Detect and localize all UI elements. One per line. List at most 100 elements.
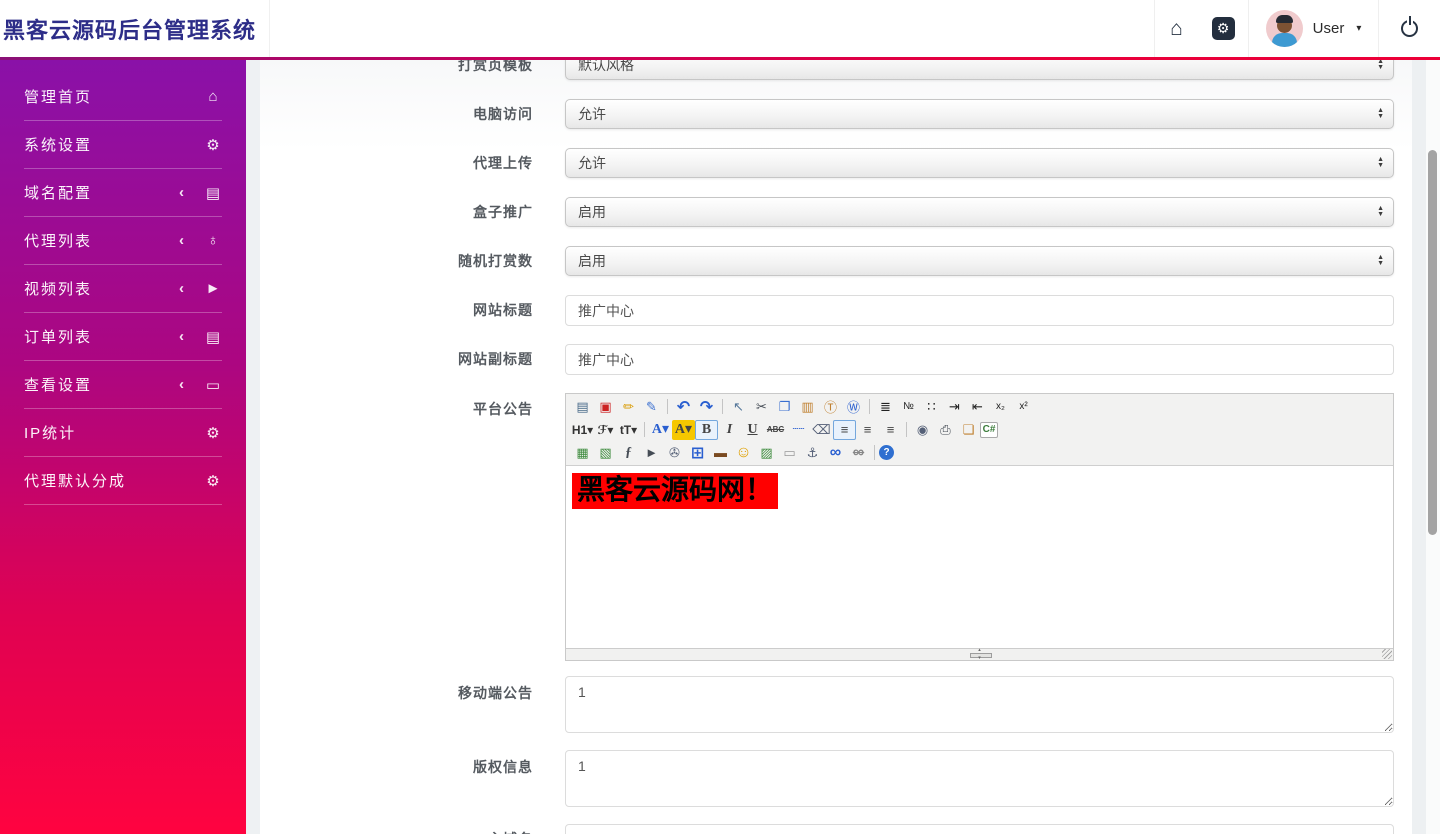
sidebar-item-agent-list[interactable]: 代理列表 ‹ ♁ (24, 217, 222, 265)
box-promo-select[interactable]: 启用 ▲▼ (565, 197, 1394, 227)
align-right-button[interactable]: ≡ (879, 420, 902, 440)
settings-button[interactable]: ⚙ (1198, 0, 1248, 57)
quick-format-icon[interactable]: ✎ (640, 397, 663, 417)
unlink-icon[interactable]: ∞ (847, 443, 870, 463)
field-label: 网站标题 (246, 295, 533, 326)
underline-button[interactable]: U (741, 420, 764, 440)
content-right-gutter (1412, 60, 1426, 834)
insert-hr-icon[interactable]: ▬ (709, 443, 732, 463)
main-domain-input[interactable] (565, 824, 1394, 834)
clipboard-icon: ▤ (204, 184, 222, 202)
ordered-list-icon[interactable]: № (897, 397, 920, 417)
user-menu[interactable]: User ▾ (1248, 0, 1378, 57)
paste-word-icon[interactable]: Ⓦ (842, 397, 865, 417)
template-select[interactable]: 默认风格 ▲▼ (565, 60, 1394, 80)
sidebar-item-dashboard[interactable]: 管理首页 ‹ ⌂ (24, 73, 222, 121)
sidebar-item-agent-default-share[interactable]: 代理默认分成 ‹ ⚙ (24, 457, 222, 505)
italic-button[interactable]: I (718, 420, 741, 440)
site-title-input[interactable] (565, 295, 1394, 326)
toolbar-separator (874, 445, 875, 460)
paste-icon[interactable]: ▥ (796, 397, 819, 417)
highlight-color-dropdown[interactable]: A▾ (672, 420, 695, 440)
gear-icon: ⚙ (204, 424, 222, 442)
insert-image-icon[interactable]: ▦ (571, 443, 594, 463)
link-icon[interactable]: ∞ (824, 443, 847, 463)
scrollbar-thumb[interactable] (1428, 150, 1437, 535)
sidebar-item-ip-stats[interactable]: IP统计 ‹ ⚙ (24, 409, 222, 457)
home-icon: ⌂ (1170, 17, 1183, 41)
indent-icon[interactable]: ⇥ (943, 397, 966, 417)
image-map-icon[interactable]: ▨ (755, 443, 778, 463)
toolbar-separator (722, 399, 723, 414)
heading-dropdown[interactable]: H1▾ (571, 420, 594, 440)
cut-icon[interactable]: ✂ (750, 397, 773, 417)
gear-icon: ⚙ (1212, 17, 1235, 40)
strikethrough-button[interactable]: ABC (764, 420, 787, 440)
sidebar-item-label: 域名配置 (24, 182, 179, 203)
site-subtitle-input[interactable] (565, 344, 1394, 375)
form-row-mobile-notice: 移动端公告 1 (246, 676, 1412, 738)
fullscreen-icon[interactable]: ▣ (594, 397, 617, 417)
sidebar-item-label: 系统设置 (24, 134, 179, 155)
print-icon[interactable]: ⎙ (934, 420, 957, 440)
remove-format-icon[interactable]: ⌫ (810, 420, 833, 440)
platform-notice-editor: ▤▣✏✎↶↷↖✂❐▥ⓉⓌ≣№∷⇥⇤x₂x² H1▾ℱ▾tT▾A▾A▾BIUABC… (565, 393, 1394, 661)
field-label: 网站副标题 (246, 344, 533, 375)
select-spinner-icon: ▲▼ (1377, 60, 1384, 71)
editor-resize-grip[interactable] (1382, 649, 1392, 659)
format-brush-icon[interactable]: ✏ (617, 397, 640, 417)
code-icon[interactable]: C# (980, 422, 998, 438)
avatar (1266, 10, 1303, 47)
superscript-icon[interactable]: x² (1012, 397, 1035, 417)
chevron-left-icon: ‹ (179, 280, 184, 297)
formatting-marks-icon[interactable]: ┄┄ (787, 420, 810, 440)
copyright-textarea[interactable]: 1 (565, 750, 1394, 807)
sidebar-item-domain-config[interactable]: 域名配置 ‹ ▤ (24, 169, 222, 217)
sidebar-item-label: 订单列表 (24, 326, 179, 347)
sidebar-item-view-settings[interactable]: 查看设置 ‹ ▭ (24, 361, 222, 409)
pc-access-select[interactable]: 允许 ▲▼ (565, 99, 1394, 129)
logout-button[interactable] (1378, 0, 1440, 57)
random-reward-select[interactable]: 启用 ▲▼ (565, 246, 1394, 276)
preview-icon[interactable]: ◉ (911, 420, 934, 440)
redo-icon[interactable]: ↷ (695, 397, 718, 417)
editor-resize-handle[interactable] (967, 649, 993, 660)
settings-form: 打赏页模板 默认风格 ▲▼ 电脑访问 允许 ▲▼ 代理上传 允许 ▲▼ (246, 60, 1412, 834)
font-size-dropdown[interactable]: tT▾ (617, 420, 640, 440)
attachment-icon[interactable]: ✇ (663, 443, 686, 463)
sidebar-item-system-settings[interactable]: 系统设置 ‹ ⚙ (24, 121, 222, 169)
field-label: 版权信息 (246, 750, 533, 784)
unordered-list-icon[interactable]: ∷ (920, 397, 943, 417)
bold-button[interactable]: B (695, 420, 718, 440)
editor-toolbar: ▤▣✏✎↶↷↖✂❐▥ⓉⓌ≣№∷⇥⇤x₂x² H1▾ℱ▾tT▾A▾A▾BIUABC… (566, 394, 1393, 466)
agent-upload-select[interactable]: 允许 ▲▼ (565, 148, 1394, 178)
paste-text-icon[interactable]: Ⓣ (819, 397, 842, 417)
help-icon[interactable]: ? (879, 445, 894, 460)
page-break-icon[interactable]: ▭ (778, 443, 801, 463)
undo-icon[interactable]: ↶ (672, 397, 695, 417)
flash-icon[interactable]: ƒ (617, 443, 640, 463)
sidebar-item-order-list[interactable]: 订单列表 ‹ ▤ (24, 313, 222, 361)
outdent-icon[interactable]: ⇤ (966, 397, 989, 417)
editor-content[interactable]: 黑客云源码网！ (566, 466, 1393, 648)
insert-template-icon[interactable]: ❏ (957, 420, 980, 440)
select-all-icon[interactable]: ↖ (727, 397, 750, 417)
home-icon: ⌂ (204, 88, 222, 105)
mobile-notice-textarea[interactable]: 1 (565, 676, 1394, 733)
font-family-dropdown[interactable]: ℱ▾ (594, 420, 617, 440)
align-left-button[interactable]: ≡ (833, 420, 856, 440)
anchor-icon[interactable]: ⚓ (801, 443, 824, 463)
align-center-button[interactable]: ≡ (856, 420, 879, 440)
emoticon-icon[interactable]: ☺ (732, 443, 755, 463)
text-color-dropdown[interactable]: A▾ (649, 420, 672, 440)
media-icon[interactable]: ► (640, 443, 663, 463)
justify-icon[interactable]: ≣ (874, 397, 897, 417)
batch-image-icon[interactable]: ▧ (594, 443, 617, 463)
table-icon[interactable]: ⊞ (686, 443, 709, 463)
source-code-icon[interactable]: ▤ (571, 397, 594, 417)
sidebar-item-video-list[interactable]: 视频列表 ‹ ► (24, 265, 222, 313)
field-label: 电脑访问 (246, 99, 533, 129)
home-button[interactable]: ⌂ (1154, 0, 1198, 57)
subscript-icon[interactable]: x₂ (989, 397, 1012, 417)
copy-icon[interactable]: ❐ (773, 397, 796, 417)
